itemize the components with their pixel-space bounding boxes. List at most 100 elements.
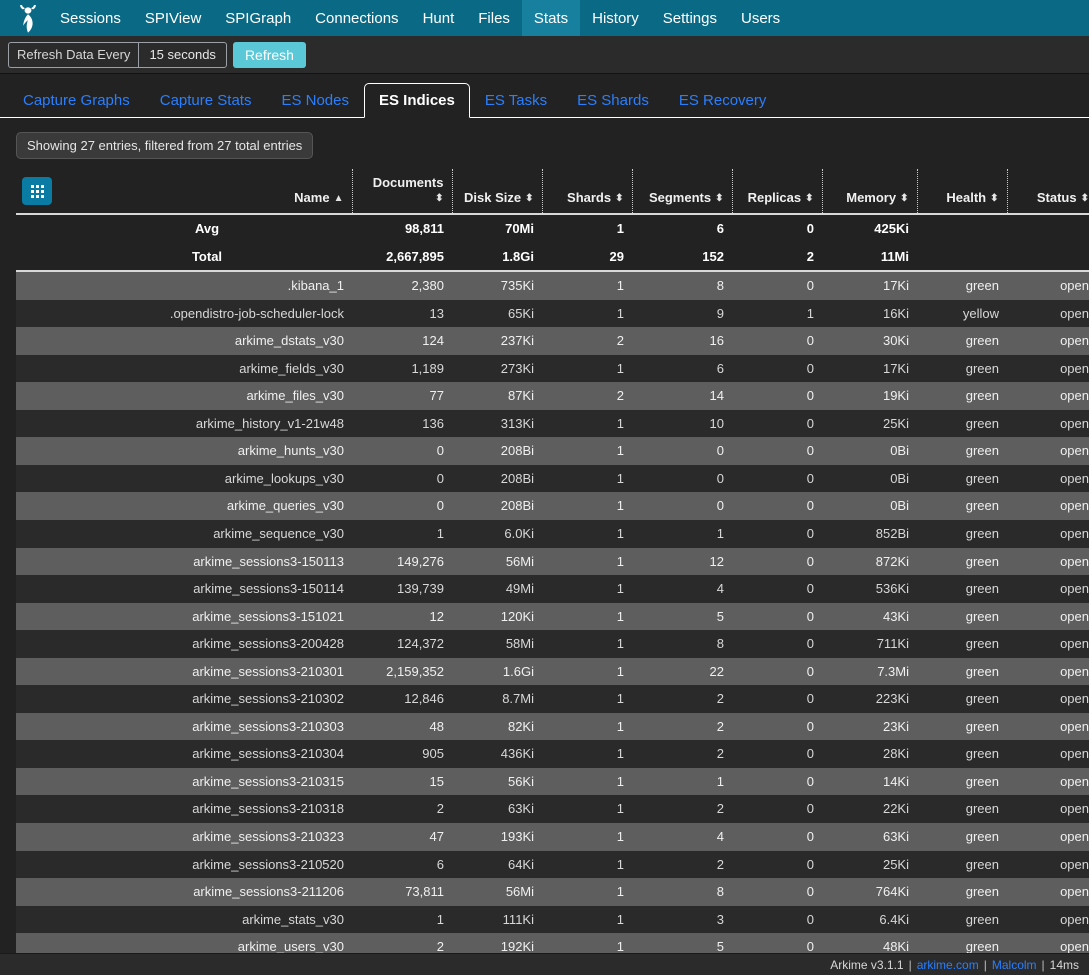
nav-link-sessions[interactable]: Sessions [48,0,133,36]
status-footer: Arkime v3.1.1 | arkime.com | Malcolm | 1… [0,953,1089,975]
cell-segments: 8 [632,630,732,658]
table-row[interactable]: arkime_sessions3-210520 6 64Ki 1 2 0 25Ki green… [16,850,1089,879]
cell-status: open [1007,905,1089,934]
cell-replicas: 0 [732,602,822,631]
cell-health: green [917,850,1007,879]
table-row[interactable]: arkime_sessions3-210302 12,846 8.7Mi 1 2 0 223… [16,685,1089,713]
col-header-memory[interactable]: Memory ⬍ [822,169,918,215]
row-spacer [16,520,62,548]
table-row[interactable]: arkime_sessions3-150114 139,739 49Mi 1 4 0 536… [16,575,1089,603]
table-row[interactable]: arkime_sessions3-151021 12 120Ki 1 5 0 43Ki gre… [16,602,1089,631]
table-row[interactable]: arkime_fields_v30 1,189 273Ki 1 6 0 17Ki green o… [16,354,1089,383]
col-header-status[interactable]: Status ⬍ [1007,169,1089,215]
tab-capture-stats[interactable]: Capture Stats [145,83,267,118]
table-row[interactable]: arkime_history_v1-21w48 136 313Ki 1 10 0 25Ki g… [16,409,1089,438]
cell-replicas: 0 [732,382,822,410]
tab-es-tasks[interactable]: ES Tasks [470,83,562,118]
entries-info: Showing 27 entries, filtered from 27 tot… [16,132,314,159]
table-row[interactable]: arkime_sequence_v30 1 6.0Ki 1 1 0 852Bi green op… [16,520,1089,548]
col-header-disk-size[interactable]: Disk Size ⬍ [452,169,543,215]
nav-link-users[interactable]: Users [729,0,792,36]
tab-es-indices[interactable]: ES Indices [364,83,470,118]
tab-es-shards[interactable]: ES Shards [562,83,664,118]
col-header-health[interactable]: Health ⬍ [917,169,1008,215]
entries-info-wrap: Showing 27 entries, filtered from 27 tot… [0,118,1089,169]
cell-disk: 120Ki [452,602,542,631]
summary-replicas: 2 [732,242,822,273]
table-row[interactable]: .kibana_1 2,380 735Ki 1 8 0 17Ki green open [16,271,1089,300]
tab-capture-graphs[interactable]: Capture Graphs [8,83,145,118]
table-row[interactable]: arkime_sessions3-211206 73,811 56Mi 1 8 0 764K… [16,878,1089,906]
cell-shards: 1 [542,657,632,686]
summary-documents: 2,667,895 [352,242,452,273]
nav-link-history[interactable]: History [580,0,651,36]
cell-segments: 6 [632,354,732,383]
table-row[interactable]: arkime_sessions3-210301 2,159,352 1.6Gi 1 22… [16,657,1089,686]
nav-link-files[interactable]: Files [466,0,522,36]
grid-icon[interactable] [22,177,52,205]
table-row[interactable]: arkime_sessions3-210315 15 56Ki 1 1 0 14Ki gree… [16,767,1089,796]
cell-segments: 3 [632,905,732,934]
table-row[interactable]: arkime_stats_v30 1 111Ki 1 3 0 6.4Ki green open [16,905,1089,934]
cell-name: arkime_files_v30 [62,382,352,410]
nav-link-stats[interactable]: Stats [521,0,581,36]
nav-link-hunt[interactable]: Hunt [411,0,467,36]
cell-status: open [1007,823,1089,851]
col-header-disk-size-label: Disk Size [464,190,522,205]
row-spacer [16,271,62,300]
cell-name: arkime_sessions3-210301 [62,657,352,686]
cell-health: green [917,382,1007,410]
footer-link-malcolm[interactable]: Malcolm [992,958,1037,972]
cell-shards: 1 [542,712,632,741]
arkime-owl-logo[interactable] [8,0,48,36]
cell-status: open [1007,795,1089,824]
cell-status: open [1007,327,1089,355]
col-header-name[interactable]: Name ▲ [62,169,353,215]
cell-name: arkime_sessions3-210304 [62,740,352,768]
nav-link-spigraph[interactable]: SPIGraph [213,0,303,36]
refresh-button[interactable]: Refresh [232,41,306,68]
cell-name: arkime_sessions3-151021 [62,602,352,631]
nav-link-settings[interactable]: Settings [651,0,729,36]
table-row[interactable]: arkime_files_v30 77 87Ki 2 14 0 19Ki green open [16,382,1089,410]
table-row[interactable]: arkime_hunts_v30 0 208Bi 1 0 0 0Bi green open [16,437,1089,465]
table-row[interactable]: arkime_sessions3-210318 2 63Ki 1 2 0 22Ki green… [16,795,1089,824]
cell-name: arkime_sessions3-210318 [62,795,352,824]
table-row[interactable]: arkime_sessions3-150113 149,276 56Mi 1 12 0 87… [16,547,1089,576]
table-row[interactable]: .opendistro-job-scheduler-lock 13 65Ki 1 9 1 1… [16,299,1089,328]
table-row[interactable]: arkime_lookups_v30 0 208Bi 1 0 0 0Bi green open [16,464,1089,493]
tab-es-nodes[interactable]: ES Nodes [266,83,364,118]
nav-link-spiview[interactable]: SPIView [133,0,213,36]
nav-link-connections[interactable]: Connections [303,0,410,36]
cell-replicas: 0 [732,464,822,493]
col-header-shards[interactable]: Shards ⬍ [542,169,633,215]
table-row[interactable]: arkime_sessions3-200428 124,372 58Mi 1 8 0 711… [16,630,1089,658]
table-row[interactable]: arkime_sessions3-210303 48 82Ki 1 2 0 23Ki gree… [16,712,1089,741]
col-header-segments[interactable]: Segments ⬍ [632,169,733,215]
refresh-interval-select[interactable]: 15 seconds [138,41,227,68]
cell-replicas: 0 [732,712,822,741]
col-header-replicas[interactable]: Replicas ⬍ [732,169,823,215]
table-row[interactable]: arkime_dstats_v30 124 237Ki 2 16 0 30Ki green op… [16,327,1089,355]
cell-disk: 436Ki [452,740,542,768]
cell-documents: 124 [352,327,452,355]
cell-memory: 19Ki [822,382,917,410]
stats-tabs: Capture Graphs Capture Stats ES Nodes ES… [0,74,1089,118]
summary-documents: 98,811 [352,214,452,243]
tab-es-recovery[interactable]: ES Recovery [664,83,782,118]
cell-health: green [917,327,1007,355]
cell-name: arkime_sessions3-200428 [62,630,352,658]
col-header-documents[interactable]: Documents ⬍ [352,169,453,215]
cell-documents: 0 [352,492,452,521]
table-row[interactable]: arkime_queries_v30 0 208Bi 1 0 0 0Bi green open [16,492,1089,521]
cell-health: green [917,823,1007,851]
table-row[interactable]: arkime_sessions3-210304 905 436Ki 1 2 0 28Ki gr… [16,740,1089,768]
cell-health: green [917,712,1007,741]
cell-status: open [1007,630,1089,658]
table-row[interactable]: arkime_sessions3-210323 47 193Ki 1 4 0 63Ki gre… [16,823,1089,851]
cell-name: arkime_queries_v30 [62,492,352,521]
summary-spacer [16,214,62,243]
footer-link-arkime[interactable]: arkime.com [917,958,979,972]
cell-health: green [917,547,1007,576]
cell-segments: 12 [632,547,732,576]
